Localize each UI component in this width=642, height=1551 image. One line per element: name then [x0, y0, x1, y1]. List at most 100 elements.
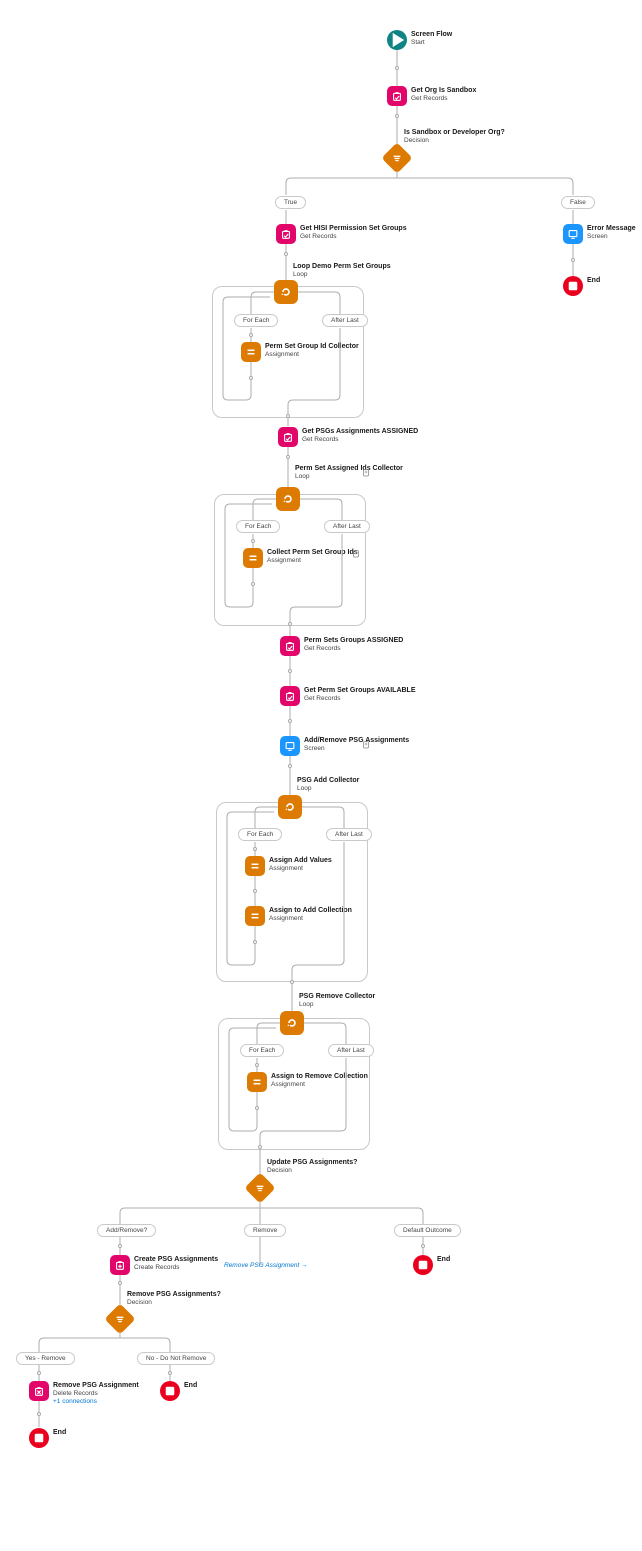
- remove-psg-assignment-node[interactable]: Remove PSG Assignment Delete Records +1 …: [29, 1381, 139, 1406]
- end-icon: [563, 276, 583, 296]
- pill-afterlast: After Last: [322, 314, 368, 327]
- connector-dot[interactable]: [251, 539, 255, 543]
- node-title: Perm Set Group Id Collector: [265, 343, 359, 351]
- end-yes-node[interactable]: End: [29, 1428, 66, 1448]
- note-icon: [362, 468, 370, 476]
- node-sub: Assignment: [269, 915, 352, 923]
- connector-dot[interactable]: [118, 1281, 122, 1285]
- end-error-node[interactable]: End: [563, 276, 600, 296]
- connector-dot[interactable]: [284, 252, 288, 256]
- psg-remove-collector-label: PSG Remove Collector Loop: [299, 992, 375, 1009]
- node-sub: Loop: [293, 271, 391, 279]
- get-hisi-psg-node[interactable]: Get HISI Permission Set Groups Get Recor…: [276, 224, 407, 244]
- connector-dot[interactable]: [286, 414, 290, 418]
- get-psg-assigned-node[interactable]: Get PSGs Assignments ASSIGNED Get Record…: [278, 427, 418, 447]
- node-sub: Assignment: [271, 1081, 368, 1089]
- node-title: PSG Add Collector: [297, 777, 359, 785]
- node-sub: Decision: [267, 1167, 357, 1175]
- end-default-node[interactable]: End: [413, 1255, 450, 1275]
- connector-dot[interactable]: [118, 1244, 122, 1248]
- node-sub: Loop: [295, 473, 403, 481]
- node-sub: Loop: [297, 785, 359, 793]
- connector-dot[interactable]: [253, 940, 257, 944]
- connector-dot[interactable]: [288, 669, 292, 673]
- create-psg-assignments-node[interactable]: Create PSG Assignments Create Records: [110, 1255, 218, 1275]
- error-message-node[interactable]: Error Message Screen: [563, 224, 636, 244]
- start-node[interactable]: Screen Flow Start: [387, 30, 452, 50]
- node-title: Error Message: [587, 225, 636, 233]
- node-sub: Get Records: [300, 233, 407, 241]
- psg-id-collector-node[interactable]: Perm Set Group Id Collector Assignment: [241, 342, 359, 362]
- connector-dot[interactable]: [253, 847, 257, 851]
- loop-icon: [276, 487, 300, 511]
- connector-dot[interactable]: [255, 1063, 259, 1067]
- perm-set-assigned-collector-label: Perm Set Assigned Ids Collector Loop: [295, 464, 403, 481]
- connector-dot[interactable]: [249, 376, 253, 380]
- connector-dot[interactable]: [258, 1145, 262, 1149]
- node-title: Loop Demo Perm Set Groups: [293, 263, 391, 271]
- connector-dot[interactable]: [249, 333, 253, 337]
- add-remove-psg-screen-node[interactable]: Add/Remove PSG Assignments Screen: [280, 736, 409, 756]
- assign-add-values-node[interactable]: Assign Add Values Assignment: [245, 856, 332, 876]
- perm-set-assigned-collector-node[interactable]: [276, 487, 300, 511]
- connections-link[interactable]: +1 connections: [53, 1398, 139, 1406]
- connector-dot[interactable]: [290, 980, 294, 984]
- connector-dot[interactable]: [395, 66, 399, 70]
- connector-dot[interactable]: [571, 258, 575, 262]
- get-psg-available-node[interactable]: Get Perm Set Groups AVAILABLE Get Record…: [280, 686, 416, 706]
- node-sub: Decision: [127, 1299, 221, 1307]
- connector-dot[interactable]: [253, 889, 257, 893]
- assignment-icon: [241, 342, 261, 362]
- connector-dot[interactable]: [421, 1244, 425, 1248]
- assignment-icon: [243, 548, 263, 568]
- connector-dot[interactable]: [395, 114, 399, 118]
- loop-demo-psg-node[interactable]: [274, 280, 298, 304]
- connector-dot[interactable]: [168, 1371, 172, 1375]
- psg-remove-collector-node[interactable]: [280, 1011, 304, 1035]
- node-sub: Screen: [587, 233, 636, 241]
- end-icon: [160, 1381, 180, 1401]
- connector-dot[interactable]: [37, 1371, 41, 1375]
- goto-remove-psg-link[interactable]: Remove PSG Assignment →: [224, 1262, 308, 1269]
- screen-icon: [563, 224, 583, 244]
- remove-psg-decision-label: Remove PSG Assignments? Decision: [127, 1290, 221, 1307]
- pill-false: False: [561, 196, 595, 209]
- update-psg-label: Update PSG Assignments? Decision: [267, 1158, 357, 1175]
- get-records-icon: [280, 686, 300, 706]
- node-sub: Get Records: [304, 645, 403, 653]
- decision-icon: [244, 1172, 275, 1203]
- update-psg-decision-node[interactable]: [249, 1177, 271, 1199]
- connector-dot[interactable]: [288, 719, 292, 723]
- get-records-icon: [276, 224, 296, 244]
- connector-dot[interactable]: [288, 622, 292, 626]
- node-sub: Assignment: [267, 557, 358, 565]
- psg-add-collector-node[interactable]: [278, 795, 302, 819]
- connector-dot[interactable]: [251, 582, 255, 586]
- get-org-sandbox-node[interactable]: Get Org Is Sandbox Get Records: [387, 86, 476, 106]
- decision-sandbox-node[interactable]: [386, 147, 408, 169]
- note-icon: [352, 549, 360, 557]
- pill-remove: Remove: [244, 1224, 286, 1237]
- node-title: Perm Sets Groups ASSIGNED: [304, 637, 403, 645]
- collect-psg-ids-node[interactable]: Collect Perm Set Group Ids Assignment: [243, 548, 358, 568]
- connector-dot[interactable]: [37, 1412, 41, 1416]
- connector-dot[interactable]: [288, 764, 292, 768]
- loop-demo-psg-label: Loop Demo Perm Set Groups Loop: [293, 262, 391, 279]
- connector-dot[interactable]: [255, 1106, 259, 1110]
- node-title: Assign Add Values: [269, 857, 332, 865]
- node-sub: Create Records: [134, 1264, 218, 1272]
- connector-dot[interactable]: [286, 455, 290, 459]
- node-title: Assign to Remove Collection: [271, 1073, 368, 1081]
- end-no-node[interactable]: End: [160, 1381, 197, 1401]
- assign-remove-collection-node[interactable]: Assign to Remove Collection Assignment: [247, 1072, 368, 1092]
- pill-true: True: [275, 196, 306, 209]
- play-icon: [387, 30, 407, 50]
- start-title: Screen Flow: [411, 31, 452, 39]
- assignment-icon: [247, 1072, 267, 1092]
- node-sub: Get Records: [411, 95, 476, 103]
- remove-psg-decision-node[interactable]: [109, 1308, 131, 1330]
- node-sub: Decision: [404, 137, 505, 145]
- get-records-icon: [278, 427, 298, 447]
- assign-add-collection-node[interactable]: Assign to Add Collection Assignment: [245, 906, 352, 926]
- perm-sets-groups-assigned-node[interactable]: Perm Sets Groups ASSIGNED Get Records: [280, 636, 403, 656]
